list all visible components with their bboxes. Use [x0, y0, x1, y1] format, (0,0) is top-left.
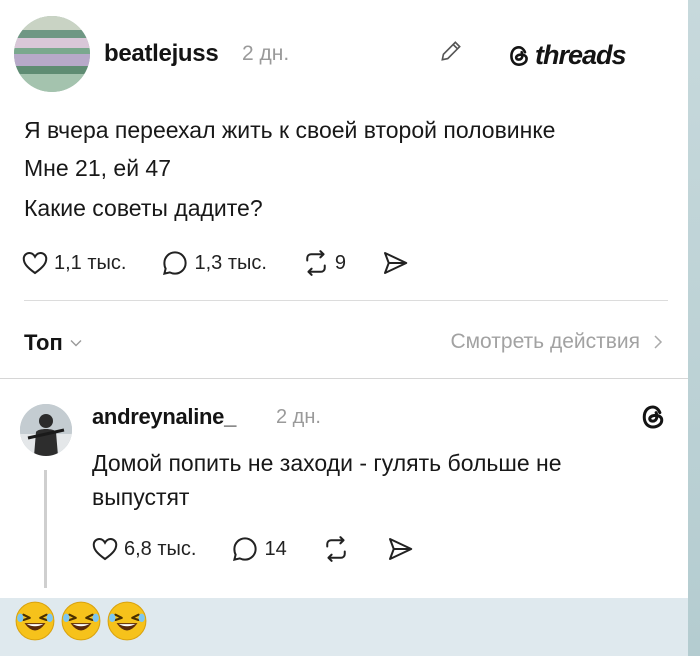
repost-button[interactable]: 9 [301, 248, 346, 278]
avatar[interactable] [14, 16, 90, 92]
sort-label: Топ [24, 330, 63, 355]
reply-avatar[interactable] [20, 404, 72, 456]
comment-button[interactable]: 1,3 тыс. [160, 248, 267, 278]
heart-icon [92, 537, 118, 561]
comment-bubble-icon [163, 251, 188, 275]
background-edge [688, 0, 700, 656]
threads-logo-icon [510, 45, 528, 66]
reply-text-line: Домой попить не заходи - гулять больше н… [92, 450, 562, 476]
like-button[interactable]: 6,8 тыс. [90, 534, 196, 564]
reply-text-line: выпустят [92, 484, 190, 510]
heart-icon [22, 251, 48, 275]
comment-bubble-icon [233, 537, 258, 561]
like-count: 6,8 тыс. [124, 537, 197, 560]
laughing-face-icon [15, 601, 55, 641]
comment-count: 1,3 тыс. [194, 251, 267, 274]
threads-logo-icon [642, 405, 664, 429]
laughing-face-icon [61, 601, 101, 641]
laughing-face-icon [107, 601, 147, 641]
threads-wordmark: threads [535, 40, 627, 70]
comment-button[interactable]: 14 [230, 534, 287, 564]
repost-button[interactable] [321, 534, 351, 564]
reply-actions: 6,8 тыс. 14 [90, 534, 449, 564]
repost-count: 9 [334, 251, 347, 274]
sort-dropdown[interactable]: Топ [24, 330, 83, 356]
like-count: 1,1 тыс. [54, 251, 127, 274]
post-username[interactable]: beatlejuss [104, 40, 219, 68]
send-icon [388, 538, 412, 560]
post-actions: 1,1 тыс. 1,3 тыс. 9 [20, 248, 444, 278]
repost-icon [325, 536, 346, 562]
comment-count: 14 [264, 537, 287, 560]
threads-brand: threads [506, 40, 627, 71]
thread-post-card: beatlejuss 2 дн. threads Я вчера перееха… [0, 0, 688, 598]
soldier-photo [20, 404, 72, 456]
reply-timestamp: 2 дн. [276, 406, 321, 428]
share-button[interactable] [380, 248, 410, 278]
reply-username[interactable]: andreynaline_ [92, 404, 236, 430]
view-activity-label: Смотреть действия [450, 330, 640, 353]
thread-line [44, 470, 47, 588]
like-button[interactable]: 1,1 тыс. [20, 248, 126, 278]
chevron-down-icon [70, 340, 82, 347]
divider [24, 300, 668, 301]
pencil-icon[interactable] [438, 38, 464, 64]
emoji-row [14, 600, 152, 642]
post-text-line: Какие советы дадите? [24, 195, 263, 221]
share-button[interactable] [385, 534, 415, 564]
repost-icon [306, 250, 326, 276]
post-text-line: Мне 21, ей 47 [24, 155, 172, 181]
send-icon [384, 252, 408, 274]
view-activity-link[interactable]: Смотреть действия [450, 330, 664, 354]
post-text-line: Я вчера переехал жить к своей второй пол… [24, 117, 556, 143]
divider [0, 378, 688, 379]
chevron-right-icon [654, 335, 663, 349]
post-timestamp: 2 дн. [242, 42, 290, 65]
